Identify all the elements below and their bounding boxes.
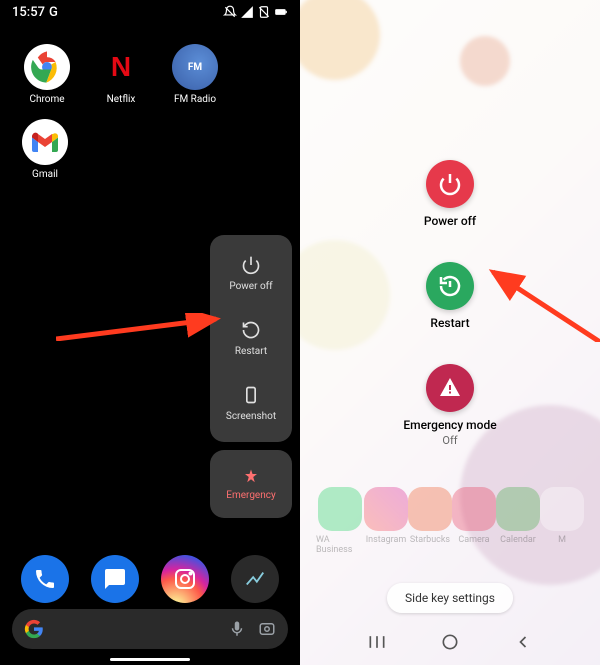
emergency-label: Emergency [226,490,275,501]
home-indicator[interactable] [110,658,190,661]
dnd-icon [223,5,237,19]
dock-extra-app[interactable] [231,555,279,603]
screenshot-icon [241,385,261,405]
power-menu: Power off Restart Emergency mode Off [300,20,600,447]
lens-icon[interactable] [258,620,276,638]
dock [0,555,300,603]
emergency-label: Emergency mode [403,418,496,432]
app-netflix[interactable]: N Netflix [86,44,156,105]
restart-icon [241,320,261,340]
mic-icon[interactable] [228,620,246,638]
restart-button[interactable]: Restart [210,306,292,371]
emergency-icon [426,364,474,412]
screenshot-button[interactable]: Screenshot [210,371,292,436]
power-icon [426,160,474,208]
fmradio-icon: FM [172,44,218,90]
annotation-arrow [56,313,226,341]
phone-left-stock-android: 15:57 G Chrome N Netflix FM FM Radio [0,0,300,665]
power-off-button[interactable]: Power off [424,160,476,228]
app-gmail[interactable]: Gmail [10,119,80,180]
restart-icon [426,262,474,310]
app-grid: Chrome N Netflix FM FM Radio Gmail [0,24,300,214]
restart-button[interactable]: Restart [426,262,474,330]
screenshot-label: Screenshot [226,411,276,422]
no-sim-icon [257,5,271,19]
recents-button[interactable] [367,632,387,652]
status-bar: 15:57 G [0,0,300,24]
phone-app[interactable] [21,555,69,603]
power-off-label: Power off [424,214,476,228]
restart-label: Restart [235,346,267,357]
sidekey-label: Side key settings [405,591,495,605]
gmail-icon [22,119,68,165]
status-bar [300,0,600,20]
signal-icon [240,5,254,19]
background-app-row: WA Business Instagram Starbucks Camera C… [300,487,600,555]
power-off-button[interactable]: Power off [210,241,292,306]
netflix-icon: N [98,44,144,90]
chrome-icon [24,44,70,90]
status-indicator: G [49,5,58,20]
battery-icon [274,5,288,19]
emergency-icon [242,468,260,486]
power-menu-panel: Power off Restart Screenshot [210,235,292,442]
power-icon [241,255,261,275]
emergency-sublabel: Off [442,434,457,447]
google-search-bar[interactable] [12,609,288,649]
restart-label: Restart [430,316,469,330]
app-label: Netflix [107,94,136,105]
app-label: Gmail [32,169,58,180]
status-time: 15:57 [12,5,45,20]
app-label: FM Radio [174,94,216,105]
phone-right-samsung: WA Business Instagram Starbucks Camera C… [300,0,600,665]
instagram-app[interactable] [161,555,209,603]
navigation-bar [300,623,600,661]
power-off-label: Power off [229,281,272,292]
google-logo-icon [24,619,44,639]
app-chrome[interactable]: Chrome [12,44,82,105]
side-key-settings-button[interactable]: Side key settings [387,583,513,613]
app-label: Chrome [29,94,64,105]
home-button[interactable] [440,632,460,652]
app-fmradio[interactable]: FM FM Radio [160,44,230,105]
emergency-mode-button[interactable]: Emergency mode Off [403,364,496,447]
back-button[interactable] [513,632,533,652]
messages-app[interactable] [91,555,139,603]
emergency-button[interactable]: Emergency [210,450,292,518]
